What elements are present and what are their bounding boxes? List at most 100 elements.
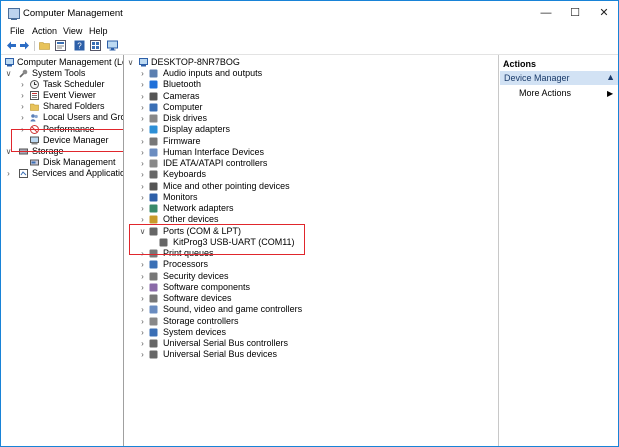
menu-view[interactable]: View [63, 26, 82, 36]
device-category[interactable]: › Keyboards [139, 169, 495, 180]
expanded-chevron-icon[interactable]: ∨ [5, 68, 12, 79]
device-category[interactable]: › Firmware [139, 136, 495, 147]
tree-root[interactable]: Computer Management (Local [5, 57, 123, 68]
menu-file[interactable]: File [10, 26, 25, 36]
chevron-right-icon[interactable]: › [5, 168, 12, 179]
chevron-right-icon[interactable]: › [139, 79, 146, 90]
tree-local-users[interactable]: › Local Users and Groups [19, 112, 123, 123]
shared-folder-icon [30, 103, 39, 111]
chevron-right-icon[interactable]: › [139, 124, 146, 135]
tree-label: Event Viewer [43, 90, 96, 100]
actions-section-device-manager[interactable]: Device Manager ▲ [500, 71, 618, 85]
device-category[interactable]: › Mice and other pointing devices [139, 181, 495, 192]
more-actions-item[interactable]: More Actions ▶ [519, 88, 614, 99]
forward-arrow-icon[interactable] [19, 40, 30, 51]
tree-label: Shared Folders [43, 101, 105, 111]
properties-icon[interactable] [55, 40, 66, 51]
chevron-right-icon[interactable]: › [139, 68, 146, 79]
grid-view-icon[interactable] [90, 40, 101, 51]
device-category-label: Human Interface Devices [163, 146, 265, 157]
device-category[interactable]: › Security devices [139, 271, 495, 282]
device-category-icon [149, 260, 158, 269]
device-category[interactable]: › Monitors [139, 192, 495, 203]
device-category[interactable]: › Processors [139, 259, 495, 270]
device-category[interactable]: › Human Interface Devices [139, 147, 495, 158]
monitor-icon[interactable] [107, 40, 118, 51]
console-tree[interactable]: Computer Management (Local ∨ System Tool… [2, 55, 124, 446]
device-category[interactable]: › System devices [139, 327, 495, 338]
chevron-right-icon[interactable]: › [139, 203, 146, 214]
device-category[interactable]: › Computer [139, 102, 495, 113]
device-category-icon [149, 125, 158, 134]
device-category-label: Monitors [163, 191, 198, 202]
device-category[interactable]: › Universal Serial Bus devices [139, 349, 495, 360]
menu-help[interactable]: Help [89, 26, 108, 36]
chevron-right-icon[interactable]: › [139, 259, 146, 270]
tree-system-tools[interactable]: ∨ System Tools [5, 68, 123, 79]
chevron-right-icon[interactable]: › [139, 293, 146, 304]
chevron-right-icon[interactable]: › [139, 338, 146, 349]
device-category-label: Firmware [163, 135, 201, 146]
help-icon[interactable]: ? [74, 40, 85, 51]
device-category-icon [149, 193, 158, 202]
device-tree-root[interactable]: ∨ DESKTOP-8NR7BOG [127, 57, 497, 68]
chevron-right-icon[interactable]: › [139, 327, 146, 338]
device-category-label: System devices [163, 326, 227, 337]
tree-shared-folders[interactable]: › Shared Folders [19, 101, 123, 112]
menu-action[interactable]: Action [32, 26, 57, 36]
more-actions-label: More Actions [519, 88, 572, 98]
device-tree[interactable]: ∨ DESKTOP-8NR7BOG › Audio inputs and outp… [125, 55, 499, 446]
chevron-right-icon[interactable]: › [19, 79, 26, 90]
chevron-right-icon[interactable]: › [139, 102, 146, 113]
chevron-right-icon[interactable]: › [139, 349, 146, 360]
device-category[interactable]: › Universal Serial Bus controllers [139, 338, 495, 349]
chevron-right-icon[interactable]: › [139, 91, 146, 102]
device-category[interactable]: › IDE ATA/ATAPI controllers [139, 158, 495, 169]
tree-label: Disk Management [43, 157, 116, 167]
chevron-right-icon[interactable]: › [19, 90, 26, 101]
device-category-icon [149, 92, 158, 100]
chevron-right-icon[interactable]: › [139, 316, 146, 327]
chevron-right-icon[interactable]: › [139, 271, 146, 282]
device-category[interactable]: › Software devices [139, 293, 495, 304]
minimize-button[interactable]: — [533, 4, 559, 22]
tree-disk-management[interactable]: Disk Management [30, 157, 123, 168]
device-category[interactable]: › Storage controllers [139, 316, 495, 327]
device-category[interactable]: › Sound, video and game controllers [139, 304, 495, 315]
chevron-right-icon[interactable]: › [139, 282, 146, 293]
device-category[interactable]: › Cameras [139, 91, 495, 102]
chevron-right-icon[interactable]: › [139, 113, 146, 124]
device-category[interactable]: › Disk drives [139, 113, 495, 124]
chevron-right-icon[interactable]: › [139, 147, 146, 158]
folder-icon[interactable] [39, 40, 50, 51]
expanded-chevron-icon[interactable]: ∨ [127, 57, 134, 68]
chevron-right-icon[interactable]: › [139, 158, 146, 169]
back-arrow-icon[interactable] [6, 40, 17, 51]
chevron-right-icon[interactable]: › [19, 112, 26, 123]
chevron-right-icon[interactable]: › [139, 304, 146, 315]
services-icon [19, 169, 28, 178]
menu-bar: File Action View Help [1, 25, 618, 39]
tree-services[interactable]: › Services and Applications [5, 168, 123, 179]
chevron-right-icon[interactable]: › [19, 101, 26, 112]
close-button[interactable]: ✕ [591, 4, 617, 22]
device-category-icon [149, 69, 158, 78]
device-category[interactable]: › Network adapters [139, 203, 495, 214]
device-category[interactable]: › Audio inputs and outputs [139, 68, 495, 79]
chevron-right-icon[interactable]: › [139, 181, 146, 192]
toolbar: ? [1, 39, 618, 55]
device-category-icon [149, 170, 158, 179]
chevron-right-icon[interactable]: › [139, 136, 146, 147]
device-category-icon [149, 305, 158, 314]
chevron-right-icon[interactable]: › [139, 169, 146, 180]
tree-task-scheduler[interactable]: › Task Scheduler [19, 79, 123, 90]
device-category[interactable]: › Bluetooth [139, 79, 495, 90]
device-tree-root-label: DESKTOP-8NR7BOG [151, 57, 240, 67]
tree-event-viewer[interactable]: › Event Viewer [19, 90, 123, 101]
chevron-right-icon[interactable]: › [139, 192, 146, 203]
maximize-button[interactable]: ☐ [562, 4, 588, 22]
device-category[interactable]: › Software components [139, 282, 495, 293]
device-category[interactable]: › Display adapters [139, 124, 495, 135]
title-bar[interactable]: Computer Management — ☐ ✕ [1, 1, 618, 25]
collapse-arrow-icon[interactable]: ▲ [606, 72, 615, 82]
